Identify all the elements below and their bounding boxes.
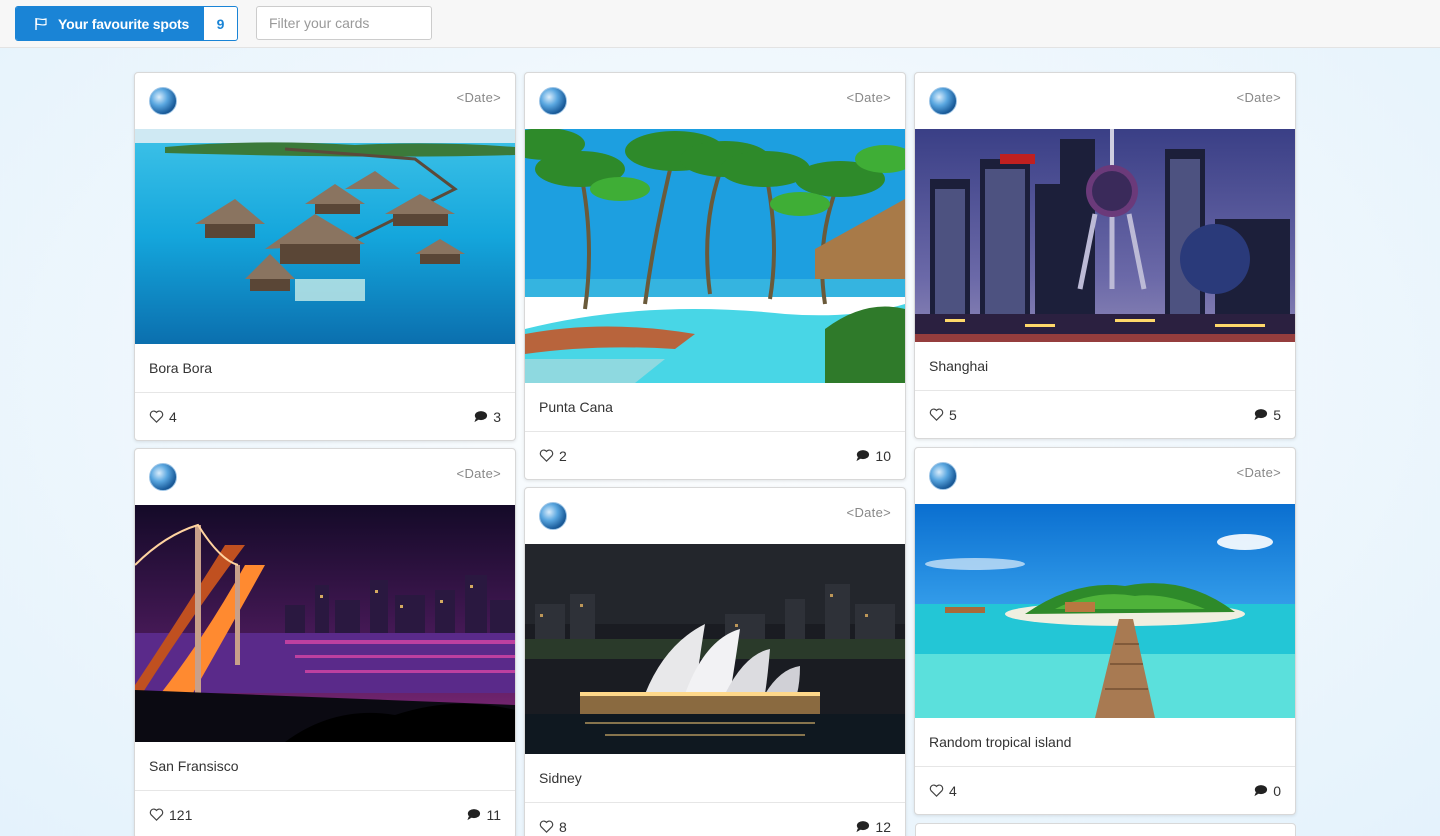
comment-button[interactable]: 10: [855, 448, 891, 464]
card-date: <Date>: [456, 90, 501, 105]
spot-card[interactable]: <Date> Random tropical island 4 0: [914, 447, 1296, 815]
comment-button[interactable]: 12: [855, 819, 891, 835]
avatar[interactable]: [929, 462, 957, 490]
card-header: <Date>: [525, 488, 905, 544]
card-title[interactable]: Sidney: [525, 754, 905, 803]
card-photo[interactable]: [135, 505, 515, 742]
card-title[interactable]: Shanghai: [915, 342, 1295, 391]
like-button[interactable]: 5: [929, 407, 957, 423]
like-button[interactable]: 4: [149, 409, 177, 425]
comment-count: 11: [486, 806, 501, 823]
favourite-spots-label-area[interactable]: Your favourite spots: [16, 7, 204, 40]
card-title[interactable]: Bora Bora: [135, 344, 515, 393]
card-footer: 2 10: [525, 432, 905, 479]
card-photo[interactable]: [135, 129, 515, 344]
card-header: <Date>: [525, 73, 905, 129]
like-count: 4: [169, 408, 177, 425]
card-header: <Date>: [915, 448, 1295, 504]
card-photo[interactable]: [525, 129, 905, 383]
comment-count: 10: [875, 447, 891, 464]
spot-card[interactable]: <Date>: [524, 487, 906, 836]
card-title[interactable]: Random tropical island: [915, 718, 1295, 767]
favourite-spots-button[interactable]: Your favourite spots 9: [15, 6, 238, 41]
card-footer: 121 11: [135, 791, 515, 836]
flag-icon: [35, 17, 47, 30]
avatar[interactable]: [929, 87, 957, 115]
comment-button[interactable]: 11: [466, 807, 501, 823]
card-footer: 4 0: [915, 767, 1295, 814]
avatar[interactable]: [539, 87, 567, 115]
spot-card[interactable]: <Date> Bora Bora 4 3: [134, 72, 516, 441]
like-count: 4: [949, 782, 957, 799]
card-date: <Date>: [456, 466, 501, 481]
heart-icon: [539, 449, 554, 462]
card-date: <Date>: [846, 505, 891, 520]
avatar[interactable]: [149, 87, 177, 115]
heart-icon: [929, 784, 944, 797]
favourite-spots-label: Your favourite spots: [58, 15, 190, 32]
heart-icon: [149, 410, 164, 423]
avatar[interactable]: [149, 463, 177, 491]
card-header: <Date>: [135, 73, 515, 129]
like-count: 5: [949, 406, 957, 423]
card-photo[interactable]: [525, 544, 905, 754]
card-footer: 5 5: [915, 391, 1295, 438]
card-date: <Date>: [846, 90, 891, 105]
spot-card[interactable]: <Date>: [134, 448, 516, 836]
like-button[interactable]: 8: [539, 819, 567, 835]
comment-icon: [856, 450, 870, 462]
like-count: 121: [169, 806, 193, 823]
spot-card[interactable]: <Date>: [914, 72, 1296, 439]
spot-card-partial[interactable]: [915, 823, 1296, 836]
comment-count: 5: [1273, 406, 1281, 423]
comment-count: 0: [1273, 782, 1281, 799]
card-header: <Date>: [135, 449, 515, 505]
filter-cards-input[interactable]: [256, 6, 432, 40]
card-title[interactable]: San Fransisco: [135, 742, 515, 791]
comment-icon: [1254, 409, 1268, 421]
like-count: 8: [559, 818, 567, 835]
comment-icon: [474, 411, 488, 423]
heart-icon: [539, 820, 554, 833]
heart-icon: [149, 808, 164, 821]
like-button[interactable]: 4: [929, 783, 957, 799]
card-footer: 8 12: [525, 803, 905, 836]
comment-icon: [467, 809, 481, 821]
comment-icon: [1254, 785, 1268, 797]
comment-count: 12: [875, 818, 891, 835]
card-photo[interactable]: [915, 504, 1295, 718]
like-button[interactable]: 121: [149, 807, 192, 823]
card-header: <Date>: [915, 73, 1295, 129]
comment-count: 3: [493, 408, 501, 425]
comment-icon: [856, 821, 870, 833]
card-date: <Date>: [1236, 465, 1281, 480]
spot-card[interactable]: <Date> Punta Cana 2 10: [524, 72, 906, 480]
top-bar: Your favourite spots 9: [0, 0, 1440, 48]
comment-button[interactable]: 0: [1253, 783, 1281, 799]
heart-icon: [929, 408, 944, 421]
avatar[interactable]: [539, 502, 567, 530]
comment-button[interactable]: 5: [1253, 407, 1281, 423]
comment-button[interactable]: 3: [473, 409, 501, 425]
card-title[interactable]: Punta Cana: [525, 383, 905, 432]
card-footer: 4 3: [135, 393, 515, 440]
favourite-spots-count: 9: [216, 15, 225, 32]
like-count: 2: [559, 447, 567, 464]
card-date: <Date>: [1236, 90, 1281, 105]
card-photo[interactable]: [915, 129, 1295, 342]
like-button[interactable]: 2: [539, 448, 567, 464]
